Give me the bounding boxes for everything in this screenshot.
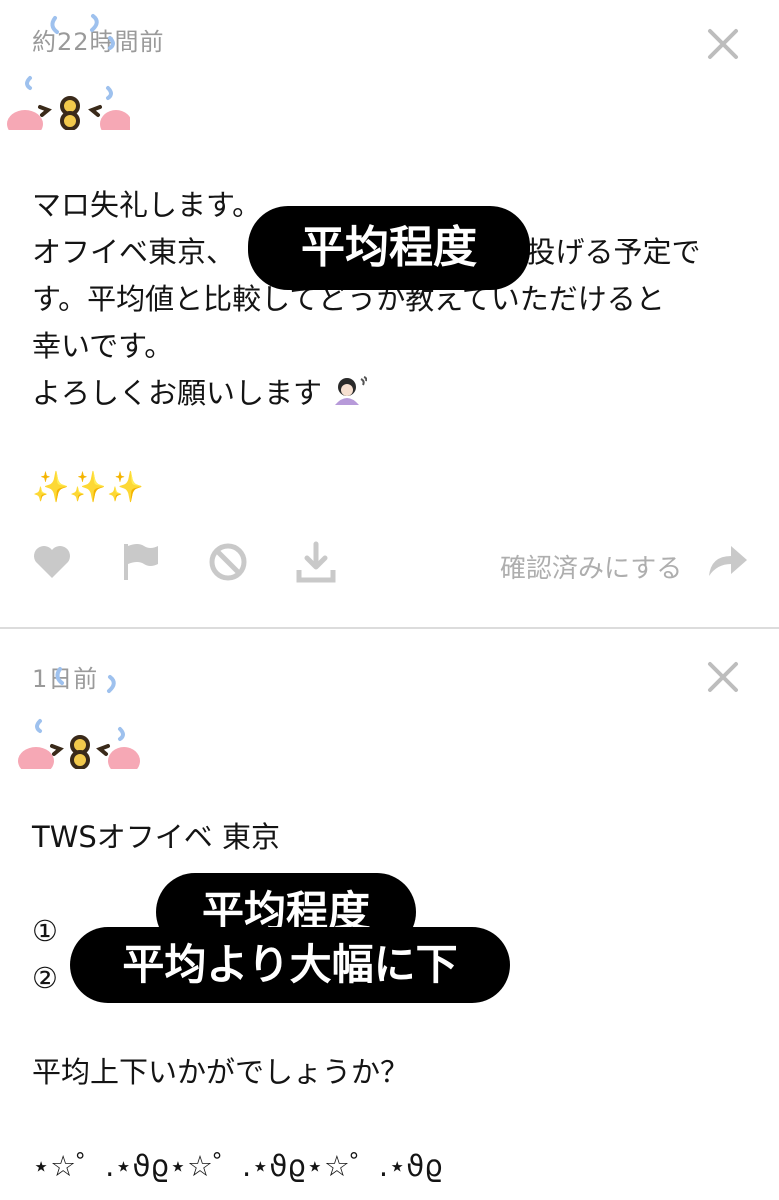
heart-icon[interactable] (30, 540, 74, 584)
post-actions: 確認済みにする (0, 540, 779, 600)
post-card: 1日前 TWSオフイベ 東京 ① ② 平均上下いかがでしょうか？ ⋆☆゜.⋆ϑϱ… (0, 629, 779, 1200)
body-segment: オフイベ東京、 (32, 235, 236, 269)
body-line: TWSオフイベ 東京 (32, 820, 281, 854)
overlay-caption: 平均程度 (248, 206, 530, 290)
body-line: よろしくお願いします (32, 370, 739, 417)
close-icon[interactable] (705, 659, 741, 695)
body-line: 平均上下いかがでしょうか？ (32, 1055, 410, 1089)
mark-confirmed-button[interactable]: 確認済みにする (500, 548, 682, 585)
person-bowing-emoji-icon (335, 376, 368, 405)
flag-icon[interactable] (118, 540, 162, 584)
overlay-caption: 平均より大幅に下 (70, 927, 510, 1003)
forward-arrow-icon[interactable] (705, 540, 749, 584)
body-line: ⋆☆゜.⋆ϑϱ⋆☆゜.⋆ϑϱ⋆☆゜.⋆ϑϱ (32, 1149, 443, 1183)
sparkles: ✨✨✨ (32, 470, 145, 505)
body-segment: よろしくお願いします (32, 376, 323, 410)
kanahei-usagi-face-icon (0, 10, 132, 146)
body-line: 幸いです。 (32, 329, 174, 363)
block-icon[interactable] (206, 540, 250, 584)
kanahei-usagi-face-icon (10, 649, 140, 775)
close-icon[interactable] (705, 26, 741, 62)
post-card: 約22時間前 マロ失礼します。 オフイベ東京、 枚投げる予定で す。平均値と比較… (0, 0, 779, 627)
download-icon[interactable] (294, 540, 338, 584)
